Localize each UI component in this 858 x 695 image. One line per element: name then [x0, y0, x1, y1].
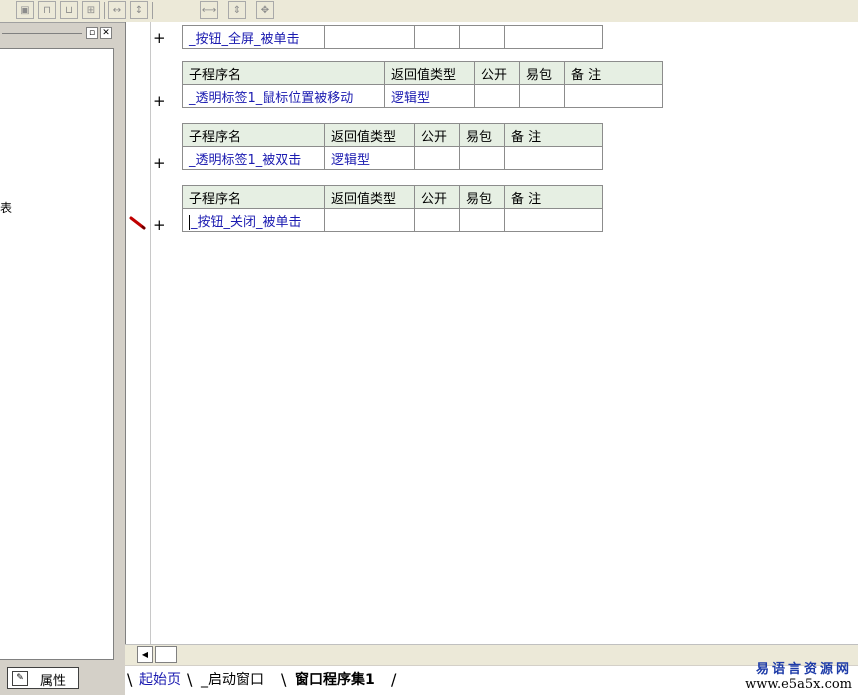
left-panel-content[interactable]: 表: [0, 48, 114, 660]
align-center-icon[interactable]: ▣: [16, 1, 34, 19]
col-header-epackage: 易包: [519, 61, 565, 85]
close-icon[interactable]: ✕: [100, 27, 112, 39]
toolbar-separator: [104, 2, 105, 19]
tab-divider: /: [391, 670, 397, 689]
return-type-cell[interactable]: 逻辑型: [384, 84, 475, 108]
expand-icon[interactable]: +: [153, 217, 166, 233]
table-header-row: 子程序名 返回值类型 公开 易包 备 注: [182, 123, 603, 147]
table-header-row: 子程序名 返回值类型 公开 易包 备 注: [182, 61, 663, 85]
sub-name-cell[interactable]: _按钮_全屏_被单击: [182, 25, 325, 49]
left-panel-text: 表: [0, 201, 13, 215]
expand-icon[interactable]: +: [153, 30, 166, 46]
remark-cell[interactable]: [504, 146, 603, 170]
tab-divider: \: [281, 670, 287, 689]
public-cell[interactable]: [414, 208, 460, 232]
equal-height-icon[interactable]: ↕: [130, 1, 148, 19]
table-header-row: 子程序名 返回值类型 公开 易包 备 注: [182, 185, 603, 209]
table-row: _透明标签1_被双击 逻辑型: [182, 146, 603, 170]
subroutine-table: 子程序名 返回值类型 公开 易包 备 注 _透明标签1_被双击 逻辑型: [182, 123, 603, 170]
col-header-public: 公开: [474, 61, 520, 85]
align-bottom-icon[interactable]: ⊔: [60, 1, 78, 19]
return-type-cell[interactable]: [324, 25, 415, 49]
properties-icon: ✎: [12, 671, 28, 686]
tab-startup-window[interactable]: _启动窗口: [201, 669, 264, 691]
expand-icon[interactable]: +: [153, 155, 166, 171]
center-in-window-icon[interactable]: ✥: [256, 1, 274, 19]
document-tabs: \ 起始页 \ _启动窗口 \ 窗口程序集1 / 易语言资源网 www.e5a5…: [125, 662, 858, 695]
expand-icon[interactable]: +: [153, 93, 166, 109]
table-row: _透明标签1_鼠标位置被移动 逻辑型: [182, 84, 663, 108]
restore-icon[interactable]: ▫: [86, 27, 98, 39]
subroutine-table: 子程序名 返回值类型 公开 易包 备 注 _透明标签1_鼠标位置被移动 逻辑型: [182, 61, 663, 108]
col-header-return-type: 返回值类型: [324, 123, 415, 147]
subroutine-table: 子程序名 返回值类型 公开 易包 备 注 _按钮_关闭_被单击: [182, 185, 603, 232]
col-header-name: 子程序名: [182, 185, 325, 209]
left-panel-titlebar: ▫ ✕: [0, 24, 118, 44]
remark-cell[interactable]: [504, 208, 603, 232]
public-cell[interactable]: [414, 25, 460, 49]
return-type-cell[interactable]: [324, 208, 415, 232]
col-header-name: 子程序名: [182, 61, 385, 85]
col-header-remark: 备 注: [504, 185, 603, 209]
epackage-cell[interactable]: [459, 208, 505, 232]
sub-name-text: _按钮_关闭_被单击: [191, 214, 302, 230]
stretch-vertical-icon[interactable]: ⇕: [228, 1, 246, 19]
toolbar-separator: [152, 2, 153, 19]
watermark-cn: 易语言资源网: [755, 662, 852, 677]
equal-width-icon[interactable]: ↔: [108, 1, 126, 19]
col-header-remark: 备 注: [564, 61, 663, 85]
epackage-cell[interactable]: [519, 84, 565, 108]
col-header-return-type: 返回值类型: [384, 61, 475, 85]
tab-window-assembly[interactable]: 窗口程序集1: [295, 669, 375, 691]
editor-gutter: [126, 22, 151, 644]
align-middle-icon[interactable]: ⊞: [82, 1, 100, 19]
remark-cell[interactable]: [504, 25, 603, 49]
tab-start-page[interactable]: 起始页: [139, 669, 181, 691]
sub-name-cell[interactable]: _透明标签1_鼠标位置被移动: [182, 84, 385, 108]
sub-name-cell[interactable]: _透明标签1_被双击: [182, 146, 325, 170]
col-header-epackage: 易包: [459, 185, 505, 209]
col-header-epackage: 易包: [459, 123, 505, 147]
code-editor[interactable]: + _按钮_全屏_被单击 + 子程序名 返回值类型 公开 易包 备 注 _透明标…: [125, 22, 858, 644]
watermark: 易语言资源网 www.e5a5x.com: [745, 658, 852, 692]
sub-name-cell-active[interactable]: _按钮_关闭_被单击: [182, 208, 325, 232]
epackage-cell[interactable]: [459, 146, 505, 170]
tab-divider: \: [127, 670, 133, 689]
subroutine-table: _按钮_全屏_被单击: [182, 25, 603, 49]
col-header-public: 公开: [414, 123, 460, 147]
current-line-marker-icon: [129, 216, 146, 230]
properties-tab[interactable]: ✎ 属性: [7, 667, 79, 689]
col-header-remark: 备 注: [504, 123, 603, 147]
return-type-cell[interactable]: 逻辑型: [324, 146, 415, 170]
align-top-icon[interactable]: ⊓: [38, 1, 56, 19]
properties-tab-label: 属性: [40, 674, 67, 689]
table-row: _按钮_关闭_被单击: [182, 208, 603, 232]
scroll-right-button[interactable]: [155, 646, 177, 663]
table-row: _按钮_全屏_被单击: [182, 25, 603, 49]
text-caret: [189, 214, 190, 230]
titlebar-grip: [2, 33, 82, 34]
toolbar: ▣ ⊓ ⊔ ⊞ ↔ ↕ ⟷ ⇕ ✥: [0, 0, 858, 23]
scroll-left-icon[interactable]: ◀: [137, 646, 153, 663]
tab-divider: \: [187, 670, 193, 689]
public-cell[interactable]: [414, 146, 460, 170]
epackage-cell[interactable]: [459, 25, 505, 49]
col-header-return-type: 返回值类型: [324, 185, 415, 209]
col-header-name: 子程序名: [182, 123, 325, 147]
public-cell[interactable]: [474, 84, 520, 108]
col-header-public: 公开: [414, 185, 460, 209]
watermark-en: www.e5a5x.com: [745, 677, 852, 692]
stretch-horizontal-icon[interactable]: ⟷: [200, 1, 218, 19]
left-panel: ▫ ✕ 表: [0, 24, 118, 662]
remark-cell[interactable]: [564, 84, 663, 108]
